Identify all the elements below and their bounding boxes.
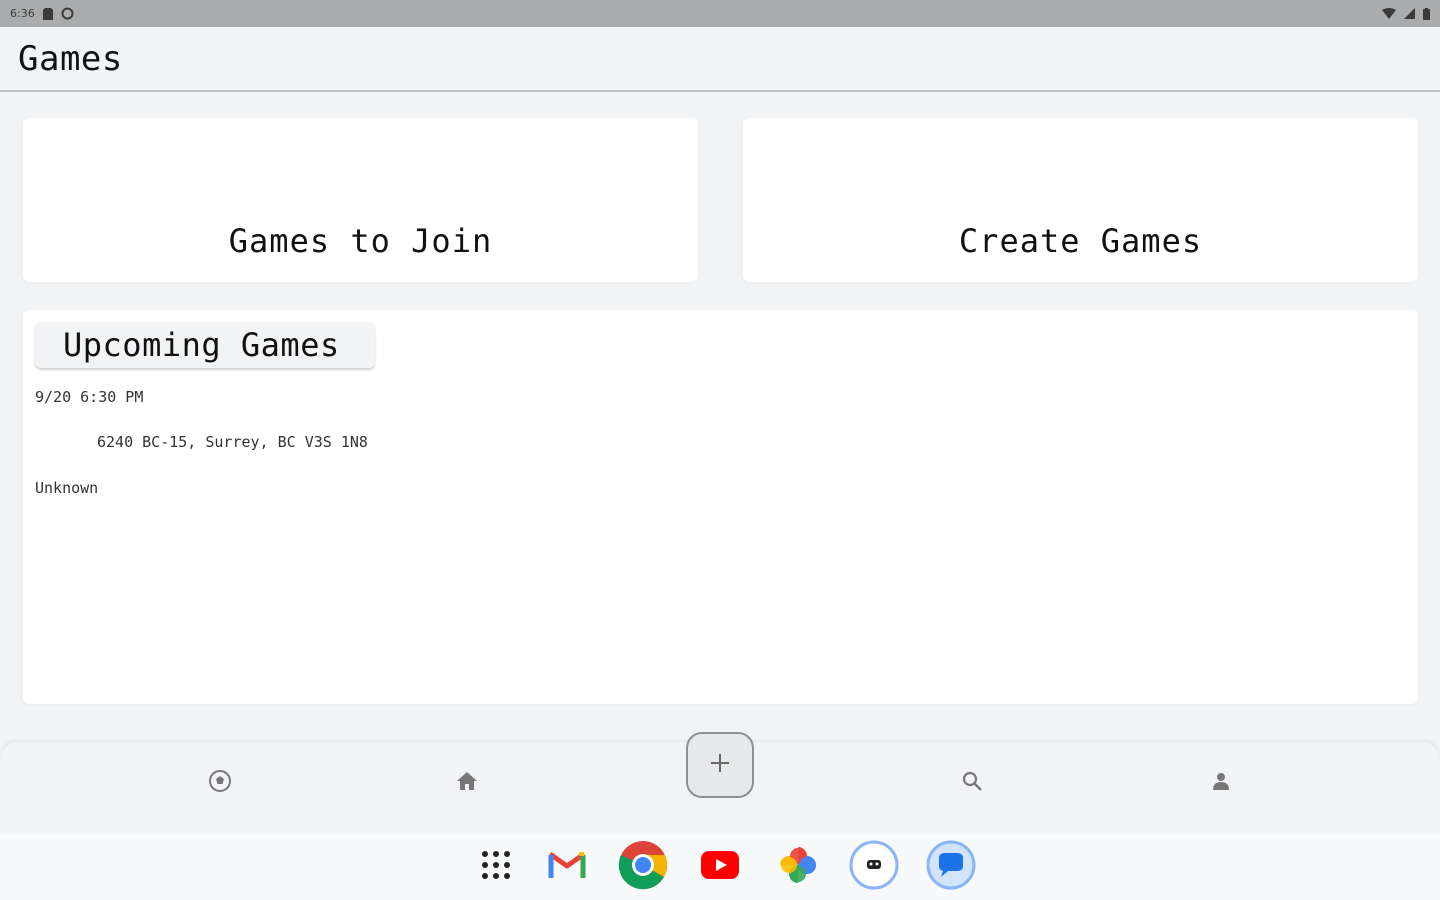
gmail-icon (548, 850, 586, 884)
gmail-app[interactable] (542, 842, 592, 892)
game-address: 6240 BC-15, Surrey, BC V3S 1N8 (97, 433, 368, 451)
chrome-app[interactable] (618, 840, 668, 894)
add-icon (709, 752, 731, 778)
signal-icon (1404, 8, 1415, 19)
sync-icon (61, 7, 74, 20)
create-games-button[interactable]: Create Games (743, 118, 1418, 282)
upcoming-games-title: Upcoming Games (35, 322, 375, 368)
nav-profile-button[interactable] (1204, 768, 1238, 798)
photos-icon (778, 845, 818, 889)
bottom-navigation (0, 732, 1440, 834)
chrome-icon (618, 840, 668, 894)
person-icon (1211, 771, 1231, 795)
wifi-icon (1382, 8, 1396, 19)
system-dock (0, 834, 1440, 900)
messages-app[interactable] (926, 840, 976, 894)
status-left: 6:36 (10, 7, 74, 20)
app-icon (849, 840, 899, 894)
youtube-icon (701, 851, 739, 883)
nav-home-button[interactable] (450, 768, 484, 798)
game-date: 9/20 6:30 PM (35, 388, 144, 406)
upcoming-games-panel: Upcoming Games 9/20 6:30 PM 6240 BC-15, … (23, 310, 1418, 704)
add-game-button[interactable] (686, 732, 754, 798)
status-right (1382, 7, 1430, 20)
create-games-label: Create Games (958, 222, 1203, 260)
game-app[interactable] (849, 840, 899, 894)
app-bar: Games (0, 27, 1440, 92)
sd-card-icon (42, 7, 53, 20)
youtube-app[interactable] (695, 842, 745, 892)
nav-soccer-button[interactable] (203, 768, 237, 798)
messages-icon (926, 840, 976, 894)
soccer-ball-icon (208, 769, 232, 797)
status-bar: 6:36 (0, 0, 1440, 27)
app-grid-icon (480, 849, 512, 885)
photos-app[interactable] (773, 842, 823, 892)
page-title: Games (18, 38, 123, 79)
home-icon (456, 771, 478, 795)
games-to-join-button[interactable]: Games to Join (23, 118, 698, 282)
app-grid-button[interactable] (471, 842, 521, 892)
nav-search-button[interactable] (955, 768, 989, 798)
game-status: Unknown (35, 479, 99, 497)
status-time: 6:36 (10, 7, 35, 20)
search-icon (961, 770, 983, 796)
battery-icon (1423, 7, 1430, 20)
games-to-join-label: Games to Join (228, 222, 493, 260)
